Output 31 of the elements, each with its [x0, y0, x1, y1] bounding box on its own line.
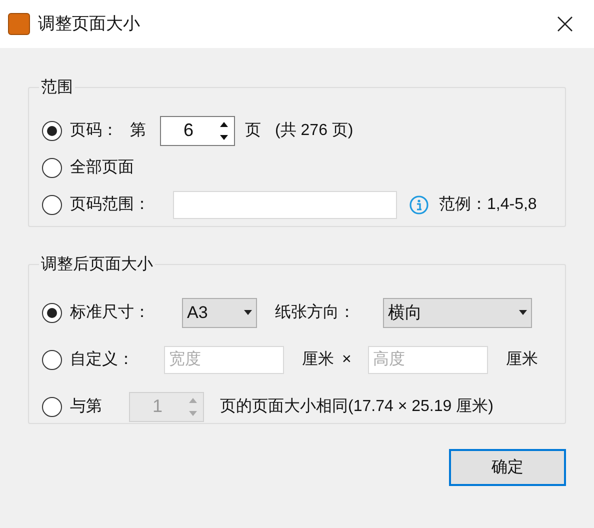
- dropdown[interactable]: A3: [182, 298, 257, 328]
- radio-label: 与第: [70, 396, 103, 416]
- window-title: 调整页面大小: [38, 13, 140, 36]
- radio-label: 页码范围：: [70, 194, 151, 214]
- caret-icon: [244, 310, 252, 315]
- same-size-text: 页的页面大小相同(17.74 × 25.19 厘米): [220, 396, 494, 416]
- radio-label: 全部页面: [70, 158, 134, 178]
- radio-label: 自定义：: [70, 350, 135, 370]
- unit-label: 厘米: [506, 350, 538, 370]
- app-icon: [8, 13, 30, 35]
- orientation-label: 纸张方向：: [275, 302, 356, 322]
- radio-button[interactable]: [42, 396, 62, 416]
- caret-icon: [519, 310, 527, 315]
- unit-label: 厘米: [302, 350, 334, 370]
- example-text: 范例：1,4-5,8: [439, 194, 537, 214]
- info-icon: [409, 194, 429, 214]
- times-sign: ×: [342, 350, 352, 370]
- radio-button[interactable]: [42, 194, 62, 214]
- number-spinner[interactable]: 6: [160, 116, 235, 146]
- ok-button[interactable]: 确定: [449, 449, 566, 486]
- close-icon: [557, 16, 573, 32]
- radio-label: 页码：: [70, 120, 119, 140]
- suffix-label: 页: [245, 120, 262, 140]
- radio-button[interactable]: [42, 120, 62, 140]
- prefix-label: 第: [130, 120, 147, 140]
- dropdown[interactable]: 横向: [383, 298, 532, 328]
- page-total: (共 276 页): [275, 120, 354, 140]
- radio-label: 标准尺寸：: [70, 302, 151, 322]
- radio-button[interactable]: [42, 158, 62, 178]
- radio-button[interactable]: [42, 302, 62, 322]
- input-field[interactable]: [173, 190, 397, 218]
